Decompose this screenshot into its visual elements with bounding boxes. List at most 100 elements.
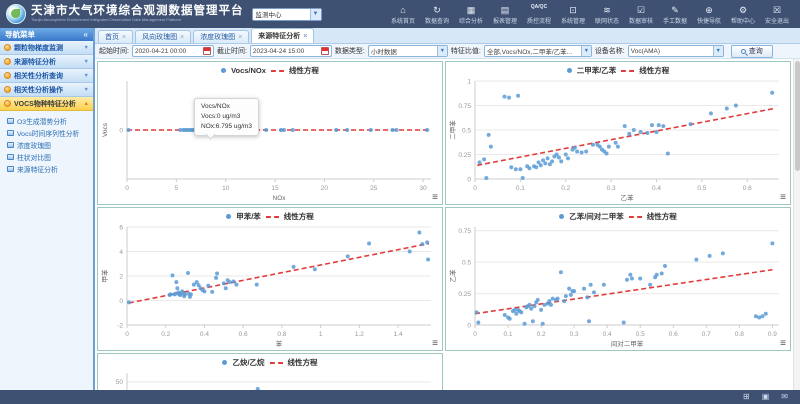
chevron-down-icon[interactable]: ▼ xyxy=(437,46,447,56)
tab-source-feature-analysis[interactable]: 来源特征分析× xyxy=(251,28,314,43)
sidebar-title[interactable]: 导航菜单 xyxy=(0,28,93,41)
chart-legend[interactable]: 乙苯/间对二甲苯 线性方程 xyxy=(446,211,790,222)
monitor-icon xyxy=(7,142,14,148)
series-marker-icon xyxy=(226,214,231,219)
close-icon[interactable]: × xyxy=(238,34,242,41)
chart-menu-icon[interactable]: ≡ xyxy=(432,193,438,203)
topnav-item-home[interactable]: ⌂ 系统首页 xyxy=(386,4,420,25)
top-navigation: ⌂ 系统首页 ↻ 数据查询 ▦ 综合分析 ▤ 报表管理 QA/QC 质控流程 ⊡… xyxy=(386,4,794,25)
sidebar-group-vocs-species[interactable]: VOCS物种特征分析 ▲ xyxy=(0,97,93,111)
station-select[interactable]: 监测中心 ▼ xyxy=(252,8,322,21)
series-marker-icon xyxy=(559,214,564,219)
chart-panel-acetylene-ethane: 乙炔/乙烷 线性方程 50乙烷乙炔 ≡ xyxy=(97,353,443,390)
quick-nav-icon: ⊕ xyxy=(705,5,713,15)
chart-legend[interactable]: 乙炔/乙烷 线性方程 xyxy=(98,357,442,368)
chevron-down-icon: ▼ xyxy=(84,59,89,65)
topnav-item-network[interactable]: ≋ 联网状态 xyxy=(590,4,624,25)
sidebar-item-bar-compare[interactable]: 柱状对比图 xyxy=(0,151,93,163)
scatter-plot-vocs-nox[interactable]: 0051015202530NOxVocs xyxy=(100,76,440,202)
chevron-down-icon[interactable]: ▼ xyxy=(310,9,321,20)
topnav-item-help[interactable]: ⚙ 帮助中心 xyxy=(726,4,760,25)
chart-menu-icon[interactable]: ≡ xyxy=(780,339,786,349)
topnav-item-data-query[interactable]: ↻ 数据查询 xyxy=(420,4,454,25)
tab-home[interactable]: 首页× xyxy=(98,30,133,43)
search-button[interactable]: 查询 xyxy=(731,45,773,58)
mail-icon[interactable]: ✉ xyxy=(781,393,788,401)
sidebar-item-o3-potential[interactable]: O3生成潜势分析 xyxy=(0,115,93,127)
datatype-label: 数据类型: xyxy=(335,46,365,56)
start-time-value: 2020-04-21 00:00 xyxy=(135,48,186,55)
chart-menu-icon[interactable]: ≡ xyxy=(780,193,786,203)
calendar-icon[interactable]: ⊞ xyxy=(743,393,750,401)
close-icon[interactable]: × xyxy=(122,34,126,41)
svg-text:1: 1 xyxy=(467,78,471,85)
tab-label: 风向玫瑰图 xyxy=(142,32,177,42)
topnav-item-quick-nav[interactable]: ⊕ 快捷导航 xyxy=(692,4,726,25)
sidebar-item-concentration-rose[interactable]: 浓度玫瑰图 xyxy=(0,139,93,151)
topnav-label: 帮助中心 xyxy=(731,16,755,25)
station-select-value: 监测中心 xyxy=(256,9,282,19)
topnav-item-logout[interactable]: ☒ 安全退出 xyxy=(760,4,794,25)
menu-dot-icon xyxy=(4,44,11,51)
scatter-plot-acetylene-ethane[interactable]: 50乙烷乙炔 xyxy=(100,368,440,390)
sidebar-group-correlation-ops[interactable]: 相关性分析操作 ▼ xyxy=(0,83,93,97)
scrollbar-thumb[interactable] xyxy=(795,61,800,171)
chart-panel-xylene-ethylbenzene: 二甲苯/乙苯 线性方程 00.250.50.75100.10.20.30.40.… xyxy=(445,61,791,205)
home-icon: ⌂ xyxy=(400,5,405,15)
series-label: 二甲苯/乙苯 xyxy=(577,65,617,76)
sidebar-group-correlation-query[interactable]: 相关性分析查询 ▼ xyxy=(0,69,93,83)
topnav-item-audit[interactable]: ☑ 数据审核 xyxy=(624,4,658,25)
topnav-item-system[interactable]: ⊡ 系统管理 xyxy=(556,4,590,25)
sidebar-item-vocs-timeseries[interactable]: Vocs时间序列性分析 xyxy=(0,127,93,139)
scatter-plot-xylene-ethylbenzene[interactable]: 00.250.50.75100.10.20.30.40.50.6乙苯二甲苯 xyxy=(448,76,788,202)
tab-wind-rose[interactable]: 风向玫瑰图× xyxy=(135,30,191,43)
calendar-icon[interactable] xyxy=(203,47,211,55)
close-icon[interactable]: × xyxy=(303,33,307,40)
device-value: Voc(AMA) xyxy=(631,48,660,55)
sidebar-group-source-analysis[interactable]: 来源特征分析 ▼ xyxy=(0,55,93,69)
tab-concentration-rose[interactable]: 浓度玫瑰图× xyxy=(193,30,249,43)
topnav-item-report[interactable]: ▤ 报表管理 xyxy=(488,4,522,25)
close-icon[interactable]: × xyxy=(180,34,184,41)
topnav-item-manual-data[interactable]: ✎ 手工数据 xyxy=(658,4,692,25)
topnav-item-qaqc[interactable]: QA/QC 质控流程 xyxy=(522,4,556,25)
chart-panel-vocs-nox: Vocs/NOx 线性方程 0051015202530NOxVocs Vocs/… xyxy=(97,61,443,205)
topnav-label: 综合分析 xyxy=(459,16,483,25)
sidebar-item-label: 来源特征分析 xyxy=(17,164,58,174)
svg-text:乙苯: 乙苯 xyxy=(621,193,635,202)
datatype-value: 小时数据 xyxy=(371,46,397,56)
trendline-label: 线性方程 xyxy=(289,65,319,76)
sidebar-group-particle-gradient[interactable]: 颗粒物梯度监测 ▼ xyxy=(0,41,93,55)
scatter-plot-ethylbenzene-mpxylene[interactable]: 00.250.50.7500.10.20.30.40.50.60.70.80.9… xyxy=(448,222,788,348)
chevron-down-icon[interactable]: ▼ xyxy=(581,46,591,56)
ratio-value: 全部,Vocs/NOx,二甲苯/乙苯... xyxy=(487,46,572,56)
topnav-label: 安全退出 xyxy=(765,16,789,25)
app-header: 天津市大气环境综合观测数据管理平台 Tianjin Atmospheric En… xyxy=(0,0,800,28)
chart-menu-icon[interactable]: ≡ xyxy=(432,339,438,349)
calendar-icon[interactable] xyxy=(321,47,329,55)
charts-grid: Vocs/NOx 线性方程 0051015202530NOxVocs Vocs/… xyxy=(95,59,793,390)
chart-legend[interactable]: 甲苯/苯 线性方程 xyxy=(98,211,442,222)
start-time-input[interactable]: 2020-04-21 00:00 xyxy=(132,45,214,57)
title-block: 天津市大气环境综合观测数据管理平台 Tianjin Atmospheric En… xyxy=(31,5,244,22)
svg-text:0.7: 0.7 xyxy=(702,331,711,338)
chevron-down-icon[interactable]: ▼ xyxy=(713,46,723,56)
scatter-plot-toluene-benzene[interactable]: -2024600.20.40.60.811.21.4苯甲苯 xyxy=(100,222,440,348)
svg-text:1.4: 1.4 xyxy=(394,331,403,338)
topnav-item-analysis[interactable]: ▦ 综合分析 xyxy=(454,4,488,25)
end-time-input[interactable]: 2023-04-24 15:00 xyxy=(250,45,332,57)
report-icon: ▤ xyxy=(501,5,510,15)
chart-legend[interactable]: 二甲苯/乙苯 线性方程 xyxy=(446,65,790,76)
topnav-label: 数据审核 xyxy=(629,16,653,25)
topnav-label: 手工数据 xyxy=(663,16,687,25)
chat-icon[interactable]: ▣ xyxy=(762,393,770,401)
filter-bar: 起始时间: 2020-04-21 00:00 截止时间: 2023-04-24 … xyxy=(95,44,800,59)
svg-text:0.2: 0.2 xyxy=(161,331,170,338)
ratio-select[interactable]: 全部,Vocs/NOx,二甲苯/乙苯... ▼ xyxy=(484,45,592,57)
sidebar-item-source-feature[interactable]: 来源特征分析 xyxy=(0,163,93,175)
datatype-select[interactable]: 小时数据 ▼ xyxy=(368,45,448,57)
vertical-scrollbar[interactable] xyxy=(793,59,800,390)
device-select[interactable]: Voc(AMA) ▼ xyxy=(628,45,724,57)
svg-text:6: 6 xyxy=(119,224,123,231)
chart-legend[interactable]: Vocs/NOx 线性方程 xyxy=(98,65,442,76)
